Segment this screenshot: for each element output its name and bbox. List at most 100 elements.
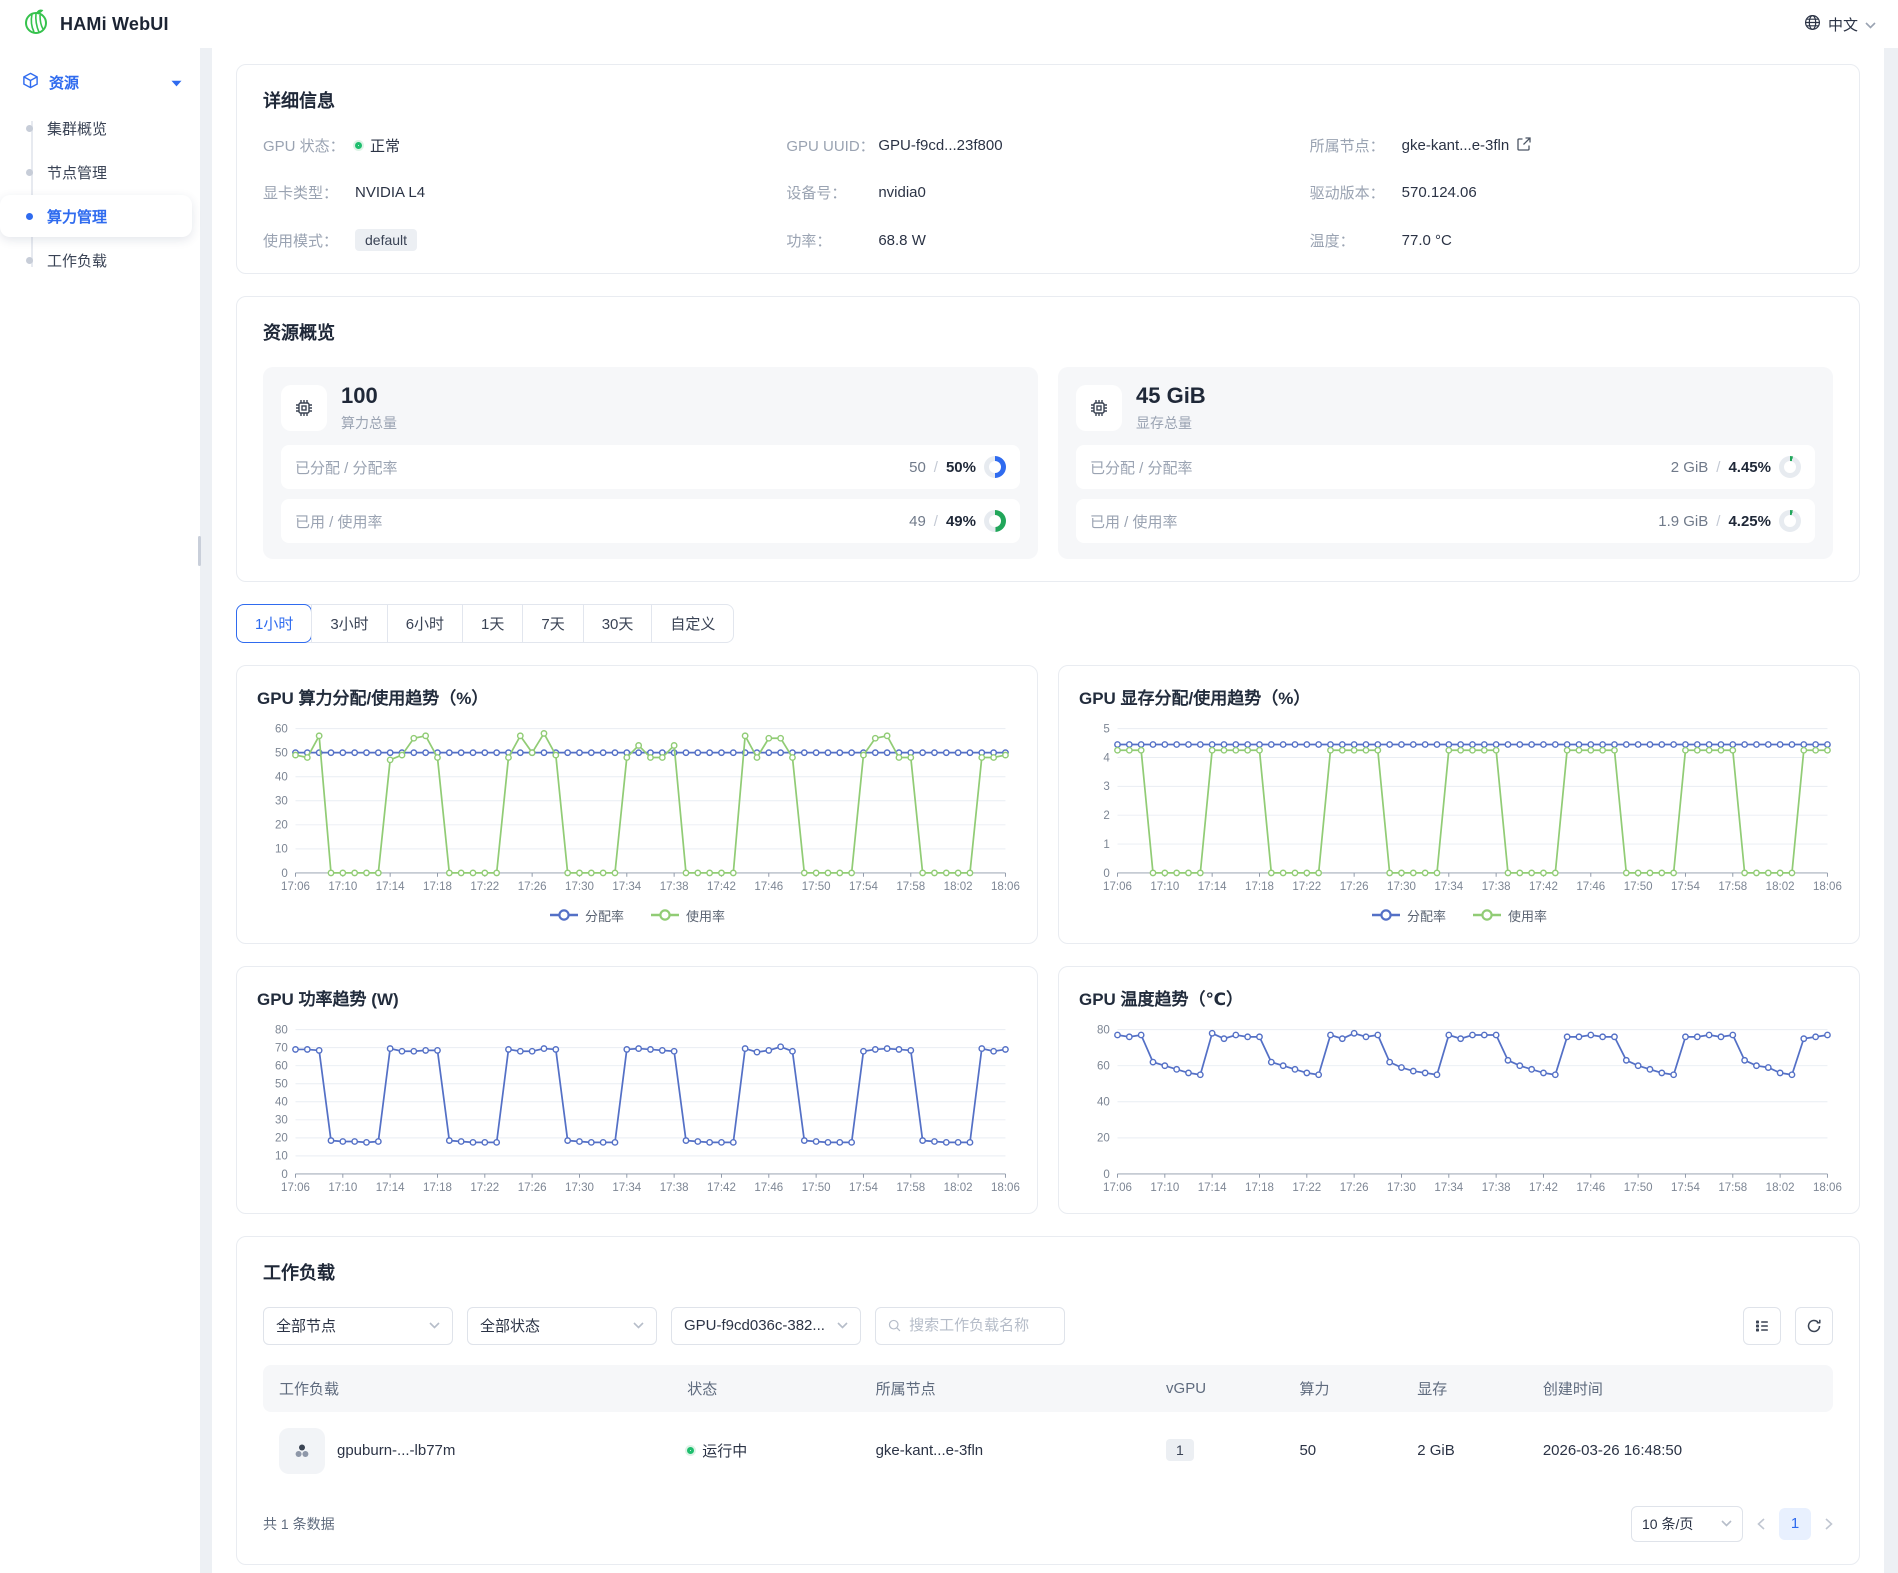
svg-text:5: 5 — [1103, 723, 1109, 735]
dot-icon — [26, 169, 33, 176]
svg-text:17:26: 17:26 — [518, 1182, 547, 1194]
driver-value: 570.124.06 — [1402, 184, 1477, 201]
svg-text:17:14: 17:14 — [376, 881, 405, 893]
workload-compute: 50 — [1299, 1442, 1316, 1459]
resource-overview-card: 资源概览 100 算力总量 已分配 / 分配率 — [236, 296, 1860, 582]
svg-text:17:54: 17:54 — [849, 1182, 878, 1194]
svg-text:0: 0 — [1103, 1169, 1109, 1181]
sidebar-item-workloads[interactable]: 工作负载 — [0, 239, 192, 281]
workloads-title: 工作负载 — [263, 1259, 1833, 1285]
workload-name[interactable]: gpuburn-...-lb77m — [337, 1442, 455, 1459]
tab-custom[interactable]: 自定义 — [651, 605, 733, 642]
search-input[interactable] — [909, 1317, 1052, 1334]
row-percent: 4.25% — [1728, 513, 1771, 530]
svg-text:17:34: 17:34 — [612, 1182, 641, 1194]
tab-30d[interactable]: 30天 — [583, 605, 652, 642]
svg-text:17:06: 17:06 — [281, 1182, 310, 1194]
overview-title: 资源概览 — [263, 319, 1833, 345]
legend-item[interactable]: 分配率 — [549, 906, 624, 925]
compute-allocated-row: 已分配 / 分配率 50 / 50% — [281, 445, 1020, 489]
chart-memory-trend: GPU 显存分配/使用趋势（%） 01234517:0617:1017:1417… — [1058, 665, 1860, 944]
sidebar-item-cluster-overview[interactable]: 集群概览 — [0, 107, 192, 149]
svg-text:17:10: 17:10 — [1150, 881, 1179, 893]
svg-text:1: 1 — [1103, 839, 1109, 851]
svg-text:17:58: 17:58 — [1718, 881, 1747, 893]
svg-text:17:42: 17:42 — [1529, 1182, 1558, 1194]
sidebar-menu: 集群概览 节点管理 算力管理 工作负载 — [0, 107, 200, 281]
svg-text:17:50: 17:50 — [1624, 1182, 1653, 1194]
svg-text:40: 40 — [275, 1096, 288, 1108]
svg-text:17:14: 17:14 — [376, 1182, 405, 1194]
svg-text:10: 10 — [275, 1151, 288, 1163]
gpu-filter-select[interactable]: GPU-f9cd036c-382... — [671, 1307, 861, 1345]
row-label: 已用 / 使用率 — [295, 511, 383, 532]
donut-progress — [1779, 510, 1801, 532]
topbar: HAMi WebUI 中文 — [0, 0, 1898, 48]
chart-legend[interactable]: 分配率 使用率 — [257, 902, 1017, 933]
table-row[interactable]: gpuburn-...-lb77m 运行中 gke-kant...e-3fln … — [263, 1412, 1833, 1490]
sidebar-resize-handle[interactable] — [198, 536, 201, 566]
field-label: 驱动版本： — [1310, 182, 1402, 203]
svg-text:17:38: 17:38 — [1482, 881, 1511, 893]
svg-text:60: 60 — [275, 1060, 288, 1072]
svg-text:17:14: 17:14 — [1198, 1182, 1227, 1194]
chart-legend[interactable]: 分配率 使用率 — [1079, 902, 1839, 933]
external-link-icon[interactable] — [1517, 137, 1531, 155]
memory-used-row: 已用 / 使用率 1.9 GiB / 4.25% — [1076, 499, 1815, 543]
time-range-tabs: 1小时 3小时 6小时 1天 7天 30天 自定义 — [236, 604, 734, 643]
svg-text:17:58: 17:58 — [896, 1182, 925, 1194]
language-selector[interactable]: 中文 — [1804, 14, 1876, 35]
svg-text:50: 50 — [275, 748, 288, 760]
legend-item[interactable]: 使用率 — [1472, 906, 1547, 925]
prev-page-button[interactable] — [1757, 1518, 1765, 1530]
workload-created: 2026-03-26 16:48:50 — [1543, 1442, 1682, 1459]
sidebar-item-compute-management[interactable]: 算力管理 — [0, 195, 192, 237]
tab-7d[interactable]: 7天 — [522, 605, 582, 642]
svg-text:17:34: 17:34 — [1434, 881, 1463, 893]
workload-avatar — [279, 1428, 325, 1474]
tab-3h[interactable]: 3小时 — [311, 605, 386, 642]
svg-text:18:06: 18:06 — [991, 1182, 1020, 1194]
details-card: 详细信息 GPU 状态： 正常 GPU UUID： GPU-f9cd...23f… — [236, 64, 1860, 274]
legend-item[interactable]: 分配率 — [1371, 906, 1446, 925]
svg-text:17:10: 17:10 — [328, 881, 357, 893]
dot-icon — [26, 257, 33, 264]
svg-text:40: 40 — [275, 772, 288, 784]
status-filter-select[interactable]: 全部状态 — [467, 1307, 657, 1345]
svg-text:60: 60 — [1097, 1060, 1110, 1072]
page-size-select[interactable]: 10 条/页 — [1631, 1506, 1743, 1542]
row-value: 50 — [909, 459, 926, 476]
sidebar-item-node-management[interactable]: 节点管理 — [0, 151, 192, 193]
svg-text:17:50: 17:50 — [802, 881, 831, 893]
cube-icon — [22, 72, 39, 93]
sidebar-group-resources[interactable]: 资源 — [0, 62, 200, 103]
page-number-1[interactable]: 1 — [1779, 1508, 1811, 1540]
svg-text:17:22: 17:22 — [1292, 1182, 1321, 1194]
svg-text:17:18: 17:18 — [423, 1182, 452, 1194]
tab-1h[interactable]: 1小时 — [236, 604, 312, 643]
sidebar-item-label: 集群概览 — [47, 118, 107, 139]
workload-search[interactable] — [875, 1307, 1065, 1345]
tab-6h[interactable]: 6小时 — [387, 605, 462, 642]
legend-item[interactable]: 使用率 — [650, 906, 725, 925]
donut-progress — [984, 510, 1006, 532]
row-value: 2 GiB — [1671, 459, 1709, 476]
column-settings-icon — [1754, 1318, 1770, 1334]
svg-text:18:02: 18:02 — [1766, 881, 1795, 893]
svg-text:2: 2 — [1103, 810, 1109, 822]
column-settings-button[interactable] — [1743, 1307, 1781, 1345]
tab-1d[interactable]: 1天 — [462, 605, 522, 642]
svg-text:17:22: 17:22 — [470, 881, 499, 893]
sidebar: 资源 集群概览 节点管理 算力管理 工作负载 — [0, 48, 200, 1573]
workloads-table: 工作负载 状态 所属节点 vGPU 算力 显存 创建时间 — [263, 1365, 1833, 1490]
svg-text:18:06: 18:06 — [1813, 881, 1842, 893]
search-icon — [888, 1318, 901, 1333]
node-filter-select[interactable]: 全部节点 — [263, 1307, 453, 1345]
gpu-filter-value: GPU-f9cd036c-382... — [684, 1317, 825, 1334]
device-value: nvidia0 — [878, 184, 926, 201]
refresh-button[interactable] — [1795, 1307, 1833, 1345]
svg-text:18:02: 18:02 — [944, 1182, 973, 1194]
svg-text:17:10: 17:10 — [328, 1182, 357, 1194]
svg-text:17:46: 17:46 — [754, 1182, 783, 1194]
next-page-button[interactable] — [1825, 1518, 1833, 1530]
